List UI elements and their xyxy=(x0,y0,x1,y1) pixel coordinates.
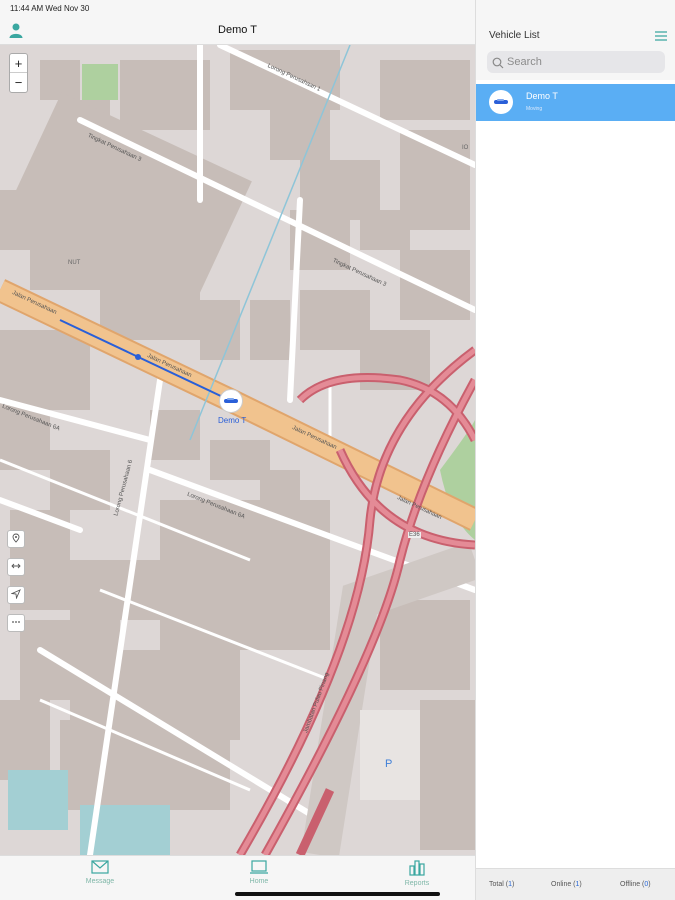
search-input[interactable] xyxy=(507,54,657,70)
map-panel: Demo T Lorong Perusahaan 1 Tingkat Perus… xyxy=(0,0,475,900)
offline-close: ) xyxy=(648,881,651,888)
vehicle-marker[interactable] xyxy=(219,389,243,413)
vehicle-count-footer: Total (1) Online (1) Offline (0) xyxy=(476,868,675,900)
total-count[interactable]: Total (1) xyxy=(489,881,514,888)
online-label: Online ( xyxy=(551,881,576,888)
vehicle-status: Moving xyxy=(526,106,543,112)
zoom-in-button[interactable]: + xyxy=(10,54,27,73)
offline-count[interactable]: Offline (0) xyxy=(620,881,651,888)
car-icon xyxy=(493,93,509,111)
total-label: Total ( xyxy=(489,881,509,888)
vehicle-list-title: Vehicle List xyxy=(489,30,540,41)
parking-label: P xyxy=(385,758,393,770)
water-area xyxy=(8,770,68,830)
vehicle-marker-label: Demo T xyxy=(218,416,247,425)
message-icon xyxy=(65,860,135,874)
vehicle-name: Demo T xyxy=(526,91,558,101)
menu-icon[interactable] xyxy=(655,28,667,41)
vehicle-list-item[interactable]: Demo T Moving xyxy=(476,84,675,121)
page-title: Demo T xyxy=(218,24,257,36)
more-icon xyxy=(11,614,21,632)
home-indicator xyxy=(235,892,440,896)
car-icon xyxy=(223,392,239,410)
route-icon xyxy=(11,558,21,576)
zoom-control: + − xyxy=(9,53,28,93)
pin-button[interactable] xyxy=(7,530,25,548)
map-road-shield: E36 xyxy=(408,532,421,538)
more-button[interactable] xyxy=(7,614,25,632)
tab-reports[interactable]: Reports xyxy=(382,860,452,887)
tab-reports-label: Reports xyxy=(404,880,430,887)
app-window: 11:44 AM Wed Nov 30 Demo T Lorong Perusa… xyxy=(0,0,675,900)
route-button[interactable] xyxy=(7,558,25,576)
laptop-icon xyxy=(224,860,294,874)
online-count[interactable]: Online (1) xyxy=(551,881,582,888)
online-close: ) xyxy=(579,881,582,888)
pin-icon xyxy=(11,530,21,548)
map-place-label: NUT xyxy=(68,260,81,266)
status-bar: 11:44 AM Wed Nov 30 xyxy=(0,0,675,18)
reports-icon xyxy=(382,860,452,876)
locate-icon xyxy=(10,586,21,604)
map-tools xyxy=(7,530,25,642)
park-area xyxy=(82,64,118,100)
total-close: ) xyxy=(511,881,515,888)
search-icon xyxy=(492,56,504,69)
locate-button[interactable] xyxy=(7,586,25,604)
status-time: 11:44 AM Wed Nov 30 xyxy=(10,4,90,13)
tab-message[interactable]: Message xyxy=(65,860,135,885)
map-view[interactable]: Lorong Perusahaan 1 Tingkat Perusahaan 3… xyxy=(0,45,475,855)
tab-home-label: Home xyxy=(249,878,269,885)
offline-label: Offline ( xyxy=(620,881,645,888)
tab-message-label: Message xyxy=(85,878,115,885)
map-canvas xyxy=(0,45,475,855)
zoom-out-button[interactable]: − xyxy=(10,73,27,92)
tab-home[interactable]: Home xyxy=(224,860,294,885)
map-place-label: IO xyxy=(462,145,469,151)
vehicle-list-panel: Vehicle List Demo T Moving Total (1) xyxy=(475,0,675,900)
search-box xyxy=(487,51,665,73)
vehicle-avatar xyxy=(489,90,513,114)
